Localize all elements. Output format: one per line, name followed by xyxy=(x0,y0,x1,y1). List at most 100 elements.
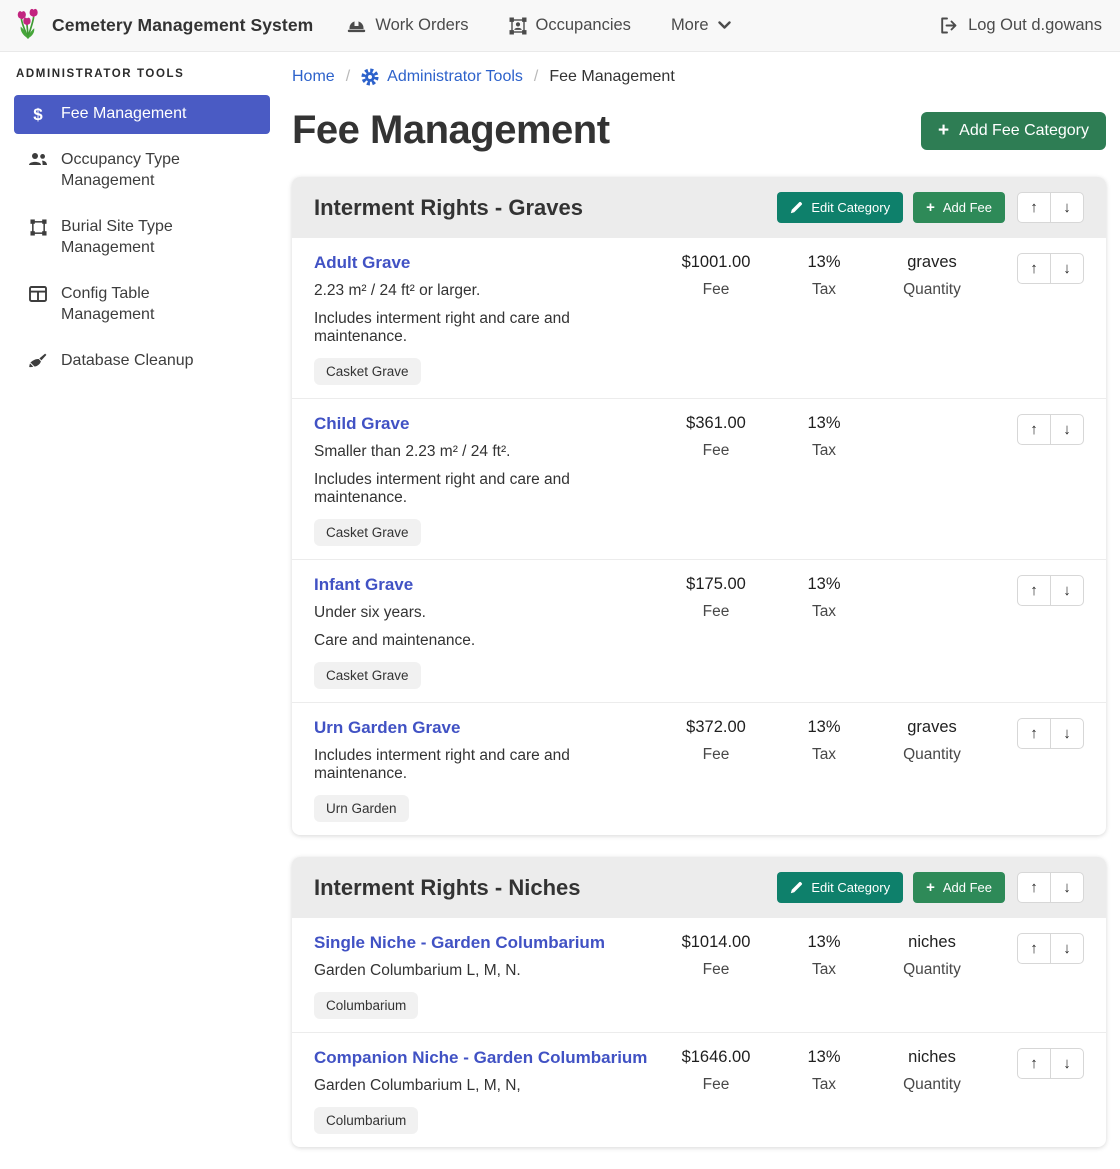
page-title: Fee Management xyxy=(292,108,610,153)
move-category-down-button[interactable]: ↓ xyxy=(1050,192,1084,223)
fee-amount-label: Fee xyxy=(660,442,772,460)
dollar-icon: $ xyxy=(28,106,48,123)
fee-amount-label: Fee xyxy=(660,746,772,764)
breadcrumb-admin-tools-link[interactable]: Administrator Tools xyxy=(361,68,523,86)
add-fee-category-button[interactable]: + Add Fee Category xyxy=(921,112,1106,150)
move-fee-up-button[interactable]: ↑ xyxy=(1017,253,1051,284)
arrow-up-icon: ↑ xyxy=(1030,199,1038,216)
nav-work-orders-label: Work Orders xyxy=(375,16,468,35)
fee-amount: $1001.00 xyxy=(660,253,772,272)
breadcrumb-home-link[interactable]: Home xyxy=(292,68,335,86)
edit-category-button[interactable]: Edit Category xyxy=(777,872,903,903)
nav-occupancies[interactable]: Occupancies xyxy=(509,16,631,35)
fee-quantity-unit: graves xyxy=(876,253,988,272)
fee-reorder-group: ↑ ↓ xyxy=(1017,1048,1084,1079)
move-fee-down-button[interactable]: ↓ xyxy=(1050,575,1084,606)
fee-category-card: Interment Rights - Graves Edit Category … xyxy=(292,177,1106,835)
fee-row: Adult Grave 2.23 m² / 24 ft² or larger. … xyxy=(292,238,1106,398)
arrow-up-icon: ↑ xyxy=(1030,879,1038,896)
fee-row: Single Niche - Garden Columbarium Garden… xyxy=(292,918,1106,1032)
sidebar-item-database-cleanup[interactable]: Database Cleanup xyxy=(14,342,270,381)
fee-type-badge: Columbarium xyxy=(314,1107,418,1134)
tulips-logo-icon xyxy=(14,8,42,44)
fee-quantity-unit: niches xyxy=(876,933,988,952)
fee-row: Infant Grave Under six years. Care and m… xyxy=(292,559,1106,702)
arrow-down-icon: ↓ xyxy=(1063,260,1071,277)
fee-amount-label: Fee xyxy=(660,281,772,299)
move-fee-up-button[interactable]: ↑ xyxy=(1017,933,1051,964)
fee-tax-label: Tax xyxy=(772,1076,876,1094)
sidebar-item-fee-management[interactable]: $ Fee Management xyxy=(14,95,270,134)
fee-tax: 13% xyxy=(772,414,876,433)
edit-category-button[interactable]: Edit Category xyxy=(777,192,903,223)
fee-tax-label: Tax xyxy=(772,603,876,621)
move-fee-up-button[interactable]: ↑ xyxy=(1017,575,1051,606)
move-category-up-button[interactable]: ↑ xyxy=(1017,872,1051,903)
fee-name-link[interactable]: Urn Garden Grave xyxy=(314,718,660,738)
top-navbar: Cemetery Management System Work Orders xyxy=(0,0,1120,52)
move-fee-down-button[interactable]: ↓ xyxy=(1050,718,1084,749)
sidebar-item-occupancy-type-management[interactable]: Occupancy Type Management xyxy=(14,141,270,201)
fee-tax: 13% xyxy=(772,253,876,272)
add-fee-category-label: Add Fee Category xyxy=(959,122,1089,140)
fee-name-link[interactable]: Child Grave xyxy=(314,414,660,434)
fee-quantity-label: Quantity xyxy=(876,1076,988,1094)
move-fee-down-button[interactable]: ↓ xyxy=(1050,933,1084,964)
breadcrumb-separator: / xyxy=(534,68,538,86)
fee-description: Includes interment right and care and ma… xyxy=(314,310,660,346)
fee-reorder-group: ↑ ↓ xyxy=(1017,414,1084,445)
fee-name-link[interactable]: Infant Grave xyxy=(314,575,660,595)
fee-name-link[interactable]: Adult Grave xyxy=(314,253,660,273)
sidebar-item-burial-site-type-management[interactable]: Burial Site Type Management xyxy=(14,208,270,268)
pencil-icon xyxy=(790,201,803,214)
fee-tax: 13% xyxy=(772,933,876,952)
move-fee-up-button[interactable]: ↑ xyxy=(1017,718,1051,749)
fee-tax: 13% xyxy=(772,1048,876,1067)
category-header: Interment Rights - Niches Edit Category … xyxy=(292,857,1106,918)
fee-tax: 13% xyxy=(772,575,876,594)
move-fee-up-button[interactable]: ↑ xyxy=(1017,414,1051,445)
arrow-up-icon: ↑ xyxy=(1030,582,1038,599)
arrow-up-icon: ↑ xyxy=(1030,421,1038,438)
fee-description: Includes interment right and care and ma… xyxy=(314,471,660,507)
move-fee-up-button[interactable]: ↑ xyxy=(1017,1048,1051,1079)
nav-more[interactable]: More xyxy=(671,16,731,35)
category-reorder-group: ↑ ↓ xyxy=(1017,192,1084,223)
add-fee-button[interactable]: + Add Fee xyxy=(913,192,1005,223)
move-fee-down-button[interactable]: ↓ xyxy=(1050,1048,1084,1079)
fee-reorder-group: ↑ ↓ xyxy=(1017,718,1084,749)
fee-amount-label: Fee xyxy=(660,961,772,979)
fee-type-badge: Casket Grave xyxy=(314,358,421,385)
plus-icon: + xyxy=(926,202,935,214)
fee-quantity-unit: graves xyxy=(876,718,988,737)
category-header: Interment Rights - Graves Edit Category … xyxy=(292,177,1106,238)
sidebar-item-label: Burial Site Type Management xyxy=(61,217,236,258)
arrow-up-icon: ↑ xyxy=(1030,725,1038,742)
fee-name-link[interactable]: Companion Niche - Garden Columbarium xyxy=(314,1048,660,1068)
app-brand[interactable]: Cemetery Management System xyxy=(14,8,313,44)
add-fee-button[interactable]: + Add Fee xyxy=(913,872,1005,903)
sidebar-item-label: Config Table Management xyxy=(61,284,236,325)
fee-amount-label: Fee xyxy=(660,603,772,621)
fee-quantity-label: Quantity xyxy=(876,281,988,299)
move-category-up-button[interactable]: ↑ xyxy=(1017,192,1051,223)
nav-occupancies-label: Occupancies xyxy=(536,16,631,35)
move-fee-down-button[interactable]: ↓ xyxy=(1050,414,1084,445)
fee-name-link[interactable]: Single Niche - Garden Columbarium xyxy=(314,933,660,953)
broom-icon xyxy=(28,353,48,370)
vector-square-icon xyxy=(28,219,48,236)
sidebar: ADMINISTRATOR TOOLS $ Fee Management Occ… xyxy=(0,52,282,389)
fee-tax-label: Tax xyxy=(772,442,876,460)
arrow-down-icon: ↓ xyxy=(1063,940,1071,957)
users-icon xyxy=(28,152,48,167)
logout-button[interactable]: Log Out d.gowans xyxy=(940,16,1102,35)
table-icon xyxy=(28,286,48,302)
nav-work-orders[interactable]: Work Orders xyxy=(347,16,468,35)
sidebar-item-config-table-management[interactable]: Config Table Management xyxy=(14,275,270,335)
move-category-down-button[interactable]: ↓ xyxy=(1050,872,1084,903)
fee-tax: 13% xyxy=(772,718,876,737)
arrow-down-icon: ↓ xyxy=(1063,879,1071,896)
fee-amount: $175.00 xyxy=(660,575,772,594)
move-fee-down-button[interactable]: ↓ xyxy=(1050,253,1084,284)
arrow-down-icon: ↓ xyxy=(1063,1055,1071,1072)
